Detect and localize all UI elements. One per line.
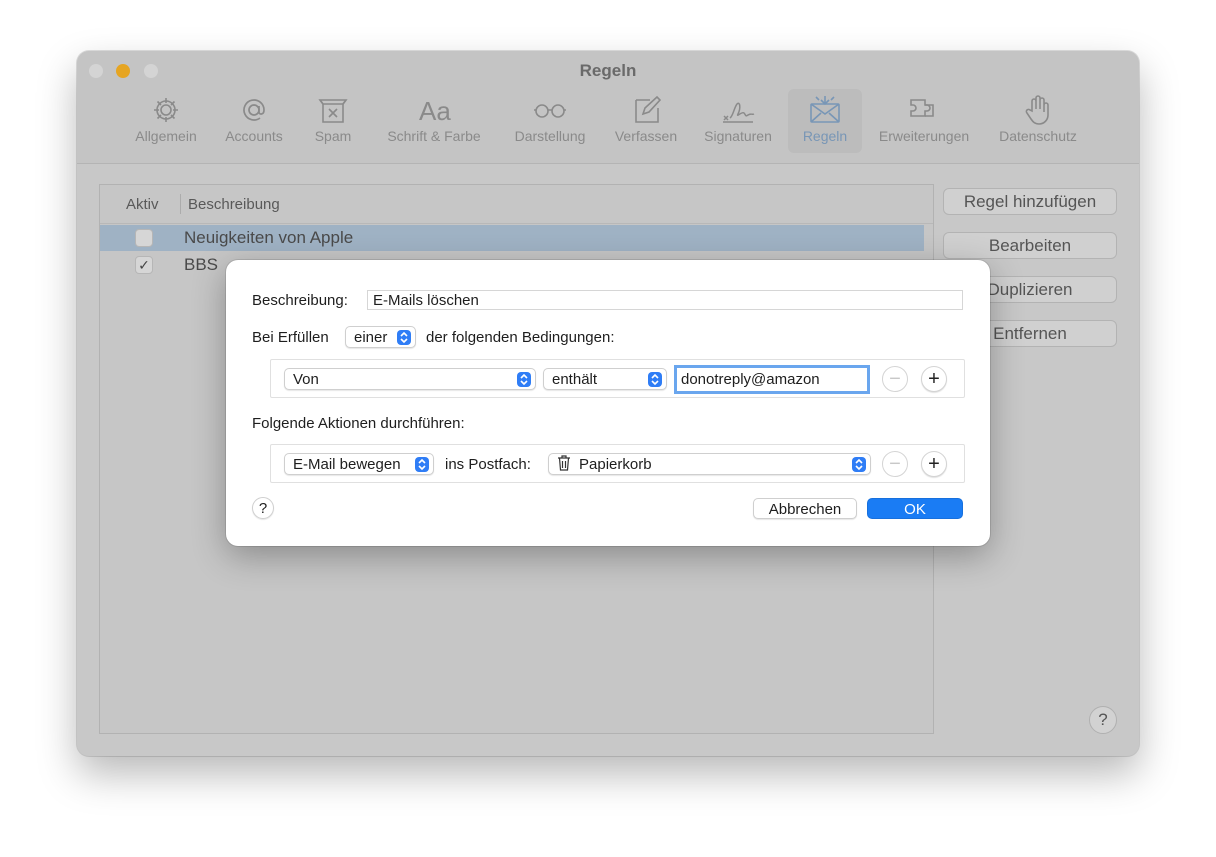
cancel-button[interactable]: Abbrechen: [753, 498, 857, 519]
condition-row: Von enthält donotreply@amazon − +: [270, 359, 965, 398]
signature-icon: [723, 102, 755, 123]
chevron-updown-icon: [397, 330, 411, 345]
condition-value-input[interactable]: donotreply@amazon: [674, 365, 870, 394]
mailbox-popup[interactable]: Papierkorb: [548, 453, 871, 475]
condition-operator-value: enthält: [552, 371, 598, 388]
junk-tray-icon: [318, 99, 348, 123]
chevron-updown-icon: [517, 372, 531, 387]
sheet-help-button[interactable]: ?: [252, 497, 274, 519]
titlebar: Regeln Allgemein Accounts Spam Aa Schrif…: [77, 51, 1139, 164]
add-condition-button[interactable]: +: [921, 366, 947, 392]
description-label: Beschreibung:: [252, 292, 348, 309]
edit-rule-button[interactable]: Bearbeiten: [943, 232, 1117, 259]
tab-accounts[interactable]: Accounts: [214, 89, 294, 153]
hand-icon: [1025, 95, 1049, 125]
help-button[interactable]: ?: [1089, 706, 1117, 734]
remove-action-button[interactable]: −: [882, 451, 908, 477]
column-header-beschreibung[interactable]: Beschreibung: [188, 196, 280, 213]
rule-name: BBS: [184, 255, 219, 274]
description-field[interactable]: E-Mails löschen: [367, 290, 963, 310]
action-type-popup[interactable]: E-Mail bewegen: [284, 453, 434, 475]
glasses-icon: [534, 104, 566, 118]
rule-name: Neuigkeiten von Apple: [184, 228, 354, 247]
action-type-value: E-Mail bewegen: [293, 456, 401, 473]
condition-prefix-label: Bei Erfüllen: [252, 329, 329, 346]
tab-schrift-farbe[interactable]: Aa Schrift & Farbe: [372, 89, 496, 153]
tab-datenschutz[interactable]: Datenschutz: [986, 89, 1090, 153]
tab-allgemein[interactable]: Allgemein: [122, 89, 210, 153]
gear-icon: [154, 98, 178, 122]
column-header-aktiv[interactable]: Aktiv: [126, 196, 159, 213]
rule-row[interactable]: Neuigkeiten von Apple: [100, 225, 924, 251]
actions-label: Folgende Aktionen durchführen:: [252, 415, 465, 432]
trash-icon: [558, 455, 570, 471]
column-divider: [180, 194, 181, 214]
condition-field-value: Von: [293, 371, 319, 388]
compose-icon: [635, 95, 662, 123]
condition-field-popup[interactable]: Von: [284, 368, 536, 390]
rule-active-checkbox[interactable]: ✓: [135, 256, 153, 274]
chevron-updown-icon: [415, 457, 429, 472]
mailbox-label: ins Postfach:: [445, 456, 531, 473]
add-action-button[interactable]: +: [921, 451, 947, 477]
at-icon: [243, 99, 265, 121]
tab-verfassen[interactable]: Verfassen: [604, 89, 688, 153]
tab-darstellung[interactable]: Darstellung: [500, 89, 600, 153]
ok-button[interactable]: OK: [867, 498, 963, 519]
rule-editor-sheet: Beschreibung: E-Mails löschen Bei Erfüll…: [226, 260, 990, 546]
condition-mode-popup[interactable]: einer: [345, 326, 416, 348]
mailbox-value: Papierkorb: [579, 456, 652, 473]
rules-table-header: Aktiv Beschreibung: [100, 185, 933, 224]
add-rule-button[interactable]: Regel hinzufügen: [943, 188, 1117, 215]
remove-condition-button[interactable]: −: [882, 366, 908, 392]
condition-operator-popup[interactable]: enthält: [543, 368, 667, 390]
chevron-updown-icon: [648, 372, 662, 387]
extension-icon: [910, 99, 934, 117]
font-icon: Aa: [419, 96, 451, 126]
tab-regeln[interactable]: Regeln: [788, 89, 862, 153]
tab-spam[interactable]: Spam: [298, 89, 368, 153]
window-title: Regeln: [579, 61, 637, 80]
tab-erweiterungen[interactable]: Erweiterungen: [866, 89, 982, 153]
rule-active-checkbox[interactable]: [135, 229, 153, 247]
rules-envelope-icon: [810, 96, 840, 123]
condition-mode-value: einer: [354, 329, 388, 346]
svg-text:Aa: Aa: [419, 96, 451, 126]
chevron-updown-icon: [852, 457, 866, 472]
condition-suffix-label: der folgenden Bedingungen:: [426, 329, 615, 346]
action-row: E-Mail bewegen ins Postfach: Papierkorb …: [270, 444, 965, 483]
tab-signaturen[interactable]: Signaturen: [692, 89, 784, 153]
